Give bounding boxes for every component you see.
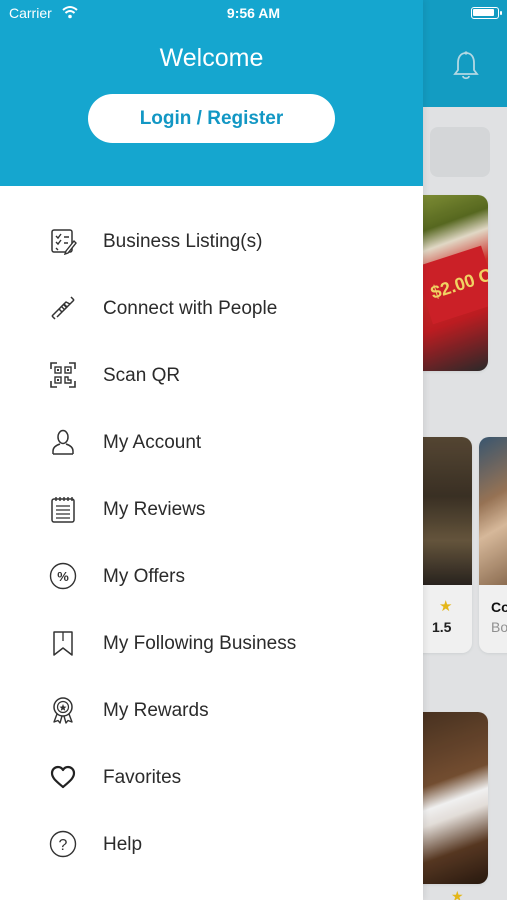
menu-item-my-rewards[interactable]: My Rewards — [0, 680, 423, 740]
drawer-header: Welcome Login / Register — [0, 0, 423, 186]
menu-item-label: Scan QR — [103, 365, 181, 386]
menu-item-label: My Rewards — [103, 700, 209, 721]
award-icon — [49, 696, 77, 724]
percent-icon: % — [49, 562, 77, 590]
menu-item-favorites[interactable]: Favorites — [0, 747, 423, 807]
help-icon: ? — [49, 830, 77, 858]
status-bar: Carrier 9:56 AM — [0, 0, 507, 26]
qr-scan-icon — [49, 361, 77, 389]
drawer-overlay[interactable] — [423, 0, 507, 900]
login-register-button[interactable]: Login / Register — [88, 94, 335, 143]
battery-icon — [471, 7, 502, 19]
menu-item-label: Help — [103, 834, 143, 855]
menu-item-label: Business Listing(s) — [103, 231, 263, 252]
menu-item-label: My Reviews — [103, 499, 206, 520]
handshake-icon — [49, 294, 77, 322]
menu-item-scan-qr[interactable]: Scan QR — [0, 345, 423, 405]
menu-item-label: Favorites — [103, 767, 182, 788]
heart-icon — [49, 763, 77, 791]
menu-item-my-reviews[interactable]: My Reviews — [0, 479, 423, 539]
menu-item-my-following-business[interactable]: My Following Business — [0, 613, 423, 673]
svg-text:?: ? — [59, 837, 68, 854]
user-icon — [49, 428, 77, 456]
clock-time: 9:56 AM — [226, 5, 281, 21]
svg-text:%: % — [57, 569, 69, 584]
menu-item-connect-with-people[interactable]: Connect with People — [0, 278, 423, 338]
checklist-icon — [49, 227, 77, 255]
menu-item-label: My Offers — [103, 566, 185, 587]
menu-item-label: My Following Business — [103, 633, 297, 654]
notepad-icon — [49, 495, 77, 523]
menu-item-label: My Account — [103, 432, 202, 453]
welcome-title: Welcome — [159, 44, 264, 72]
bookmark-icon — [49, 629, 77, 657]
menu-item-my-account[interactable]: My Account — [0, 412, 423, 472]
menu-item-help[interactable]: ? Help — [0, 814, 423, 874]
menu-item-my-offers[interactable]: % My Offers — [0, 546, 423, 606]
menu-item-business-listings[interactable]: Business Listing(s) — [0, 211, 423, 271]
menu-item-label: Connect with People — [103, 298, 278, 319]
navigation-drawer: Welcome Login / Register Business Listin… — [0, 0, 423, 900]
